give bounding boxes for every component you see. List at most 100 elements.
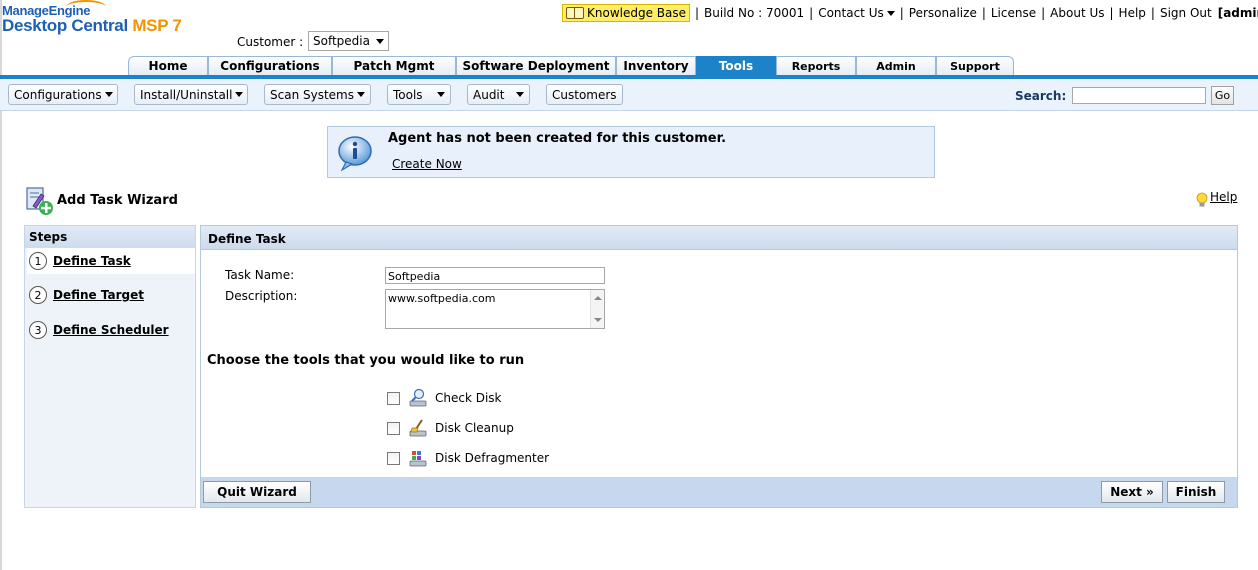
step-label: Define Task (53, 254, 131, 268)
tab-software-deployment[interactable]: Software Deployment (456, 56, 616, 75)
tool-label: Disk Defragmenter (435, 451, 550, 465)
tab-reports[interactable]: Reports (776, 56, 856, 75)
quit-wizard-button[interactable]: Quit Wizard (203, 481, 311, 503)
tab-home[interactable]: Home (128, 56, 208, 75)
finish-button[interactable]: Finish (1167, 481, 1225, 503)
customers-button[interactable]: Customers (546, 84, 623, 105)
tab-configurations[interactable]: Configurations (208, 56, 332, 75)
textarea-scrollbar[interactable] (590, 290, 604, 328)
wizard-help-link[interactable]: Help (1210, 190, 1237, 204)
separator: | (809, 6, 814, 20)
customer-label: Customer : (237, 35, 304, 49)
define-task-panel: Define Task Task Name: Softpedia Descrip… (200, 225, 1238, 508)
chevron-down-icon (436, 92, 445, 97)
info-icon (338, 136, 372, 171)
tab-inventory[interactable]: Inventory (616, 56, 696, 75)
help-link[interactable]: Help (1119, 6, 1146, 20)
step-label: Define Scheduler (53, 323, 169, 337)
contact-us-link[interactable]: Contact Us (818, 6, 895, 20)
logo-line2: Desktop Central MSP 7 (2, 16, 182, 36)
steps-header: Steps (25, 226, 195, 248)
separator: | (899, 6, 904, 20)
disk-defragmenter-icon (409, 451, 427, 467)
task-name-label: Task Name: (225, 268, 295, 282)
tool-check-disk: Check Disk (387, 387, 502, 409)
step-number: 1 (29, 252, 47, 270)
search-input[interactable] (1072, 87, 1206, 104)
chevron-down-icon (886, 11, 895, 16)
tab-tools[interactable]: Tools (696, 56, 776, 75)
sub-toolbar: Configurations Install/Uninstall Scan Sy… (0, 79, 1258, 111)
current-user: [admin] (1217, 6, 1258, 20)
task-name-value: Softpedia (388, 270, 441, 283)
step-label: Define Target (53, 288, 144, 302)
audit-menu[interactable]: Audit (467, 84, 530, 105)
customer-selected-value: Softpedia (313, 34, 370, 48)
banner-message: Agent has not been created for this cust… (388, 131, 727, 146)
chevron-down-icon (516, 92, 525, 97)
separator: | (1109, 6, 1114, 20)
disk-defragmenter-checkbox[interactable] (387, 451, 400, 465)
book-icon (566, 7, 584, 19)
next-button[interactable]: Next » (1101, 481, 1163, 503)
logo-swoosh (66, 0, 106, 14)
tool-disk-cleanup: Disk Cleanup (387, 417, 514, 439)
tool-disk-defragmenter: Disk Defragmenter (387, 447, 549, 469)
tool-label: Check Disk (435, 391, 502, 405)
tab-patch-mgmt[interactable]: Patch Mgmt (332, 56, 456, 75)
tool-label: Disk Cleanup (435, 421, 514, 435)
step-number: 2 (29, 286, 47, 304)
top-link-bar: Knowledge Base | Build No : 70001 | Cont… (562, 4, 1258, 22)
install-uninstall-menu[interactable]: Install/Uninstall (134, 84, 248, 105)
chevron-down-icon (235, 92, 244, 97)
search-go-button[interactable]: Go (1211, 86, 1234, 105)
scroll-down-icon (594, 318, 602, 322)
separator: | (1041, 6, 1046, 20)
build-number: Build No : 70001 (704, 6, 805, 20)
scan-systems-menu[interactable]: Scan Systems (264, 84, 371, 105)
create-now-link[interactable]: Create Now (392, 157, 462, 171)
product-logo: ManageEngine Desktop Central MSP 7 (2, 0, 182, 36)
lightbulb-icon (1196, 192, 1208, 207)
description-value: www.softpedia.com (388, 292, 496, 305)
steps-panel: Steps 1 Define Task 2 Define Target 3 De… (24, 225, 196, 508)
menu-label: Install/Uninstall (140, 87, 233, 102)
configurations-menu[interactable]: Configurations (8, 84, 118, 105)
description-textarea[interactable]: www.softpedia.com (385, 289, 605, 329)
disk-cleanup-icon (409, 419, 427, 437)
help-link-area[interactable]: Help (1196, 190, 1237, 208)
check-disk-checkbox[interactable] (387, 391, 400, 405)
chevron-down-icon (376, 39, 384, 44)
tab-admin[interactable]: Admin (856, 56, 936, 75)
logo-product: Desktop Central (2, 16, 128, 35)
menu-label: Scan Systems (270, 87, 354, 102)
wizard-footer: Quit Wizard Next » Finish (201, 477, 1237, 507)
chevron-down-icon (357, 92, 365, 97)
knowledge-base-label: Knowledge Base (587, 6, 686, 20)
tab-support[interactable]: Support (936, 56, 1014, 75)
personalize-link[interactable]: Personalize (909, 6, 977, 20)
customer-select[interactable]: Softpedia (308, 31, 389, 51)
sign-out-link[interactable]: Sign Out (1160, 6, 1212, 20)
menu-label: Audit (473, 87, 505, 102)
search-label: Search: (1015, 89, 1067, 103)
separator: | (981, 6, 986, 20)
step-define-task[interactable]: 1 Define Task (27, 248, 195, 274)
about-us-link[interactable]: About Us (1050, 6, 1104, 20)
choose-tools-heading: Choose the tools that you would like to … (207, 353, 525, 368)
description-label: Description: (225, 289, 298, 303)
step-define-target[interactable]: 2 Define Target (27, 282, 195, 308)
wizard-title: Add Task Wizard (57, 193, 178, 208)
step-define-scheduler[interactable]: 3 Define Scheduler (27, 317, 195, 343)
separator: | (695, 6, 700, 20)
scroll-up-icon (594, 296, 602, 300)
license-link[interactable]: License (991, 6, 1036, 20)
tools-menu[interactable]: Tools (387, 84, 451, 105)
logo-edition: MSP 7 (132, 16, 182, 35)
task-name-input[interactable]: Softpedia (385, 267, 605, 284)
disk-cleanup-checkbox[interactable] (387, 421, 400, 435)
info-banner: Agent has not been created for this cust… (327, 126, 935, 178)
menu-label: Configurations (14, 87, 102, 102)
knowledge-base-link[interactable]: Knowledge Base (562, 4, 690, 22)
separator: | (1150, 6, 1155, 20)
